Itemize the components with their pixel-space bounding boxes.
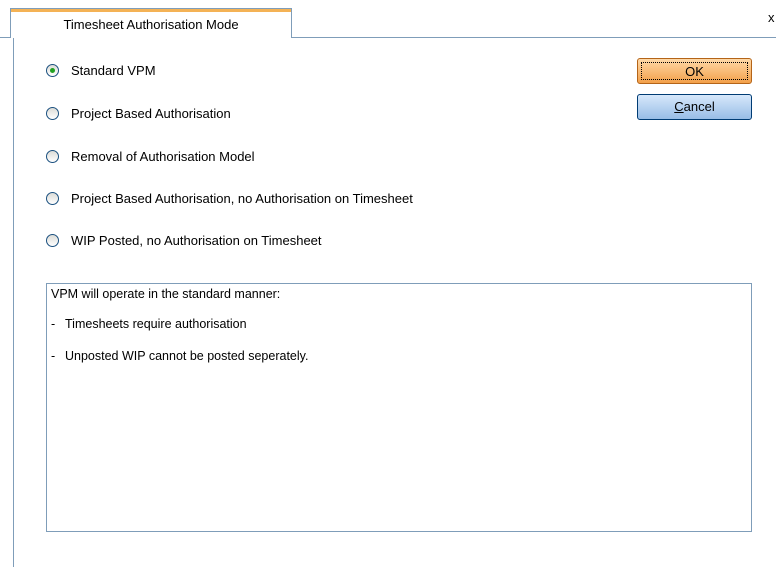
option-wip-posted-no-timesheet-auth[interactable]: WIP Posted, no Authorisation on Timeshee… xyxy=(46,231,322,249)
panel-left-border xyxy=(13,38,14,567)
tab-timesheet-authorisation-mode[interactable]: Timesheet Authorisation Mode xyxy=(10,8,292,38)
description-bullet: - xyxy=(51,317,56,331)
tab-strip: Timesheet Authorisation Mode x xyxy=(0,0,776,38)
cancel-button-label: ancel xyxy=(683,99,715,114)
tab-active-accent xyxy=(11,9,291,12)
cancel-accelerator-key: C xyxy=(674,99,684,114)
description-title: VPM will operate in the standard manner: xyxy=(51,287,281,301)
option-label: Standard VPM xyxy=(71,62,156,78)
option-removal-of-authorisation-model[interactable]: Removal of Authorisation Model xyxy=(46,147,255,165)
description-text: Timesheets require authorisation xyxy=(65,317,247,331)
radio-button[interactable] xyxy=(46,149,59,163)
option-label: Project Based Authorisation xyxy=(71,105,231,121)
description-item: - Timesheets require authorisation xyxy=(51,317,747,331)
cancel-button[interactable]: Cancel xyxy=(637,94,752,120)
description-box: VPM will operate in the standard manner:… xyxy=(46,283,752,532)
description-bullet: - xyxy=(51,349,56,363)
description-item: - Unposted WIP cannot be posted seperatel… xyxy=(51,349,747,363)
option-label: WIP Posted, no Authorisation on Timeshee… xyxy=(71,232,322,248)
description-text: Unposted WIP cannot be posted seperately… xyxy=(65,349,309,363)
option-project-based-authorisation[interactable]: Project Based Authorisation xyxy=(46,104,231,122)
option-label: Removal of Authorisation Model xyxy=(71,148,255,164)
radio-button[interactable] xyxy=(46,106,59,120)
tab-label: Timesheet Authorisation Mode xyxy=(63,17,239,32)
radio-button-checked[interactable] xyxy=(46,63,59,77)
radio-button[interactable] xyxy=(46,233,59,247)
option-label: Project Based Authorisation, no Authoris… xyxy=(71,190,413,206)
radio-button[interactable] xyxy=(46,191,59,205)
close-icon[interactable]: x xyxy=(768,10,775,25)
ok-button[interactable]: OK xyxy=(637,58,752,84)
option-project-based-no-timesheet-auth[interactable]: Project Based Authorisation, no Authoris… xyxy=(46,189,413,207)
ok-button-label: OK xyxy=(641,62,748,80)
option-standard-vpm[interactable]: Standard VPM xyxy=(46,61,156,79)
